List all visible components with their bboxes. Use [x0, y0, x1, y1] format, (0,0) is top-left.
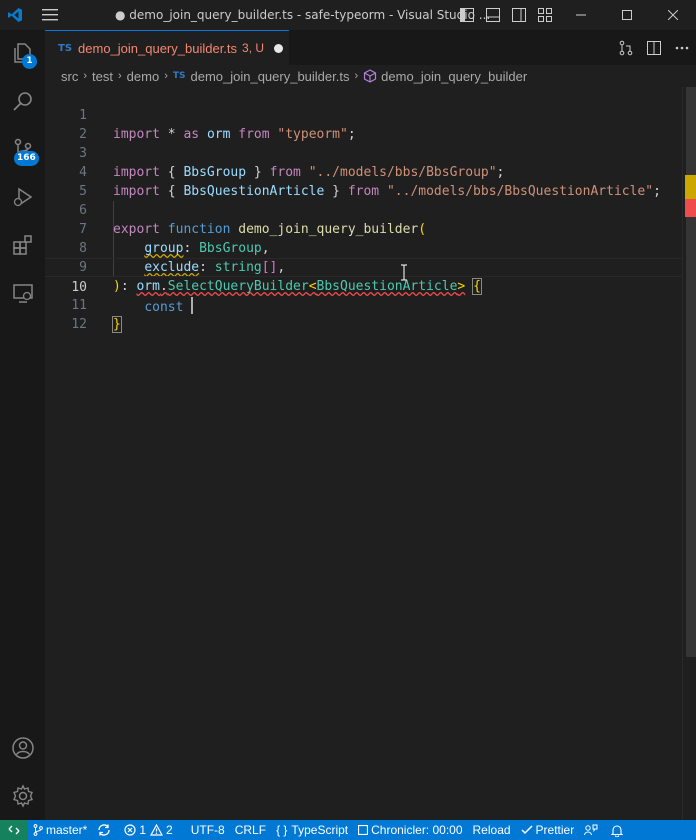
typescript-file-icon: TS — [172, 71, 186, 81]
feedback-icon — [584, 824, 598, 836]
breadcrumb-item-function[interactable]: demo_join_query_builder — [381, 69, 527, 84]
vscode-logo-icon — [0, 0, 30, 30]
chevron-right-icon: › — [164, 70, 168, 82]
sync-button[interactable] — [92, 820, 119, 840]
code-line: 11 } — [45, 277, 685, 333]
code-line: 8 exclude: string[], — [45, 220, 685, 275]
code-line: 1 import * as orm from "typeorm"; — [45, 87, 685, 142]
function-symbol-icon — [363, 69, 377, 83]
breadcrumb-item-src[interactable]: src — [61, 69, 78, 84]
code-line: 7 group: BbsGroup, — [45, 201, 685, 256]
notifications-button[interactable] — [606, 820, 631, 840]
eol-indicator[interactable]: CRLF — [230, 820, 271, 840]
token: } — [112, 316, 122, 333]
run-debug-icon[interactable] — [0, 174, 45, 219]
source-control-badge: 166 — [14, 151, 39, 166]
title-bar: ● demo_join_query_builder.ts - safe-type… — [0, 0, 696, 30]
editor-scrollbar[interactable] — [682, 87, 696, 820]
code-line: 9 ): orm.SelectQueryBuilder<BbsQuestionA… — [45, 239, 685, 295]
split-editor-icon[interactable] — [640, 30, 668, 65]
breadcrumb-item-file[interactable]: demo_join_query_builder.ts — [190, 69, 349, 84]
sync-icon — [98, 824, 110, 836]
scrollbar-thumb[interactable] — [686, 87, 696, 657]
maximize-icon[interactable] — [604, 0, 650, 30]
chronicler-label: Chronicler: 00:00 — [371, 823, 463, 837]
code-line: 5 — [45, 163, 685, 199]
chevron-right-icon: › — [83, 70, 88, 82]
hamburger-menu-icon[interactable] — [30, 0, 70, 30]
reload-button[interactable]: Reload — [468, 820, 516, 840]
language-name: TypeScript — [291, 823, 349, 837]
editor-tabs: TS demo_join_query_builder.ts 3, U — [45, 30, 696, 65]
mouse-ibeam-icon — [400, 264, 408, 285]
stop-icon — [358, 825, 369, 835]
customize-layout-icon[interactable] — [532, 0, 558, 30]
remote-indicator-icon[interactable] — [0, 820, 28, 840]
prettier-label: Prettier — [535, 823, 575, 837]
settings-gear-icon[interactable] — [0, 773, 45, 818]
code-line: 12 — [45, 296, 685, 332]
chronicler-indicator[interactable]: Chronicler: 00:00 — [353, 820, 467, 840]
source-control-icon[interactable]: 166 — [0, 126, 45, 171]
typescript-file-icon: TS — [58, 42, 73, 54]
breadcrumb-item-test[interactable]: test — [92, 69, 113, 84]
remote-explorer-icon[interactable] — [0, 270, 45, 315]
bell-icon — [611, 824, 624, 837]
breadcrumb: src › test › demo › TS demo_join_query_b… — [45, 65, 696, 87]
chevron-right-icon: › — [117, 70, 122, 82]
code-line: 6 export function demo_join_query_builde… — [45, 182, 685, 237]
check-double-icon — [521, 825, 533, 835]
toggle-secondary-sidebar-icon[interactable] — [506, 0, 532, 30]
problems-indicator[interactable]: 1 2 — [119, 820, 177, 840]
breadcrumb-item-demo[interactable]: demo — [127, 69, 160, 84]
extensions-icon[interactable] — [0, 222, 45, 267]
explorer-icon[interactable]: 1 — [0, 30, 45, 75]
accounts-icon[interactable] — [0, 725, 45, 770]
more-actions-icon[interactable] — [668, 30, 696, 65]
code-line-active: 10 const — [45, 258, 685, 315]
prettier-indicator[interactable]: Prettier — [516, 820, 580, 840]
minimize-icon[interactable] — [558, 0, 604, 30]
branch-icon — [33, 824, 43, 836]
code-line: 4 import { BbsQuestionArticle } from "..… — [45, 144, 685, 199]
close-window-icon[interactable] — [650, 0, 696, 30]
line-number: 12 — [71, 317, 87, 332]
error-count: 1 — [139, 823, 147, 837]
window-title: ● demo_join_query_builder.ts - safe-type… — [115, 8, 491, 22]
explorer-badge: 1 — [22, 54, 37, 69]
warning-count: 2 — [166, 823, 173, 837]
status-bar: master* 1 2 UTF-8 CRLF { } TypeScript Ch… — [0, 820, 696, 840]
braces-icon: { } — [276, 823, 288, 837]
tab-filename: demo_join_query_builder.ts — [78, 40, 238, 56]
error-marker — [685, 199, 696, 217]
branch-indicator[interactable]: master* — [28, 820, 92, 840]
feedback-button[interactable] — [579, 820, 606, 840]
code-editor[interactable]: 1 import * as orm from "typeorm"; 2 3 im… — [45, 87, 696, 820]
code-line: 2 — [45, 106, 685, 142]
open-changes-icon[interactable] — [612, 30, 640, 65]
toggle-panel-icon[interactable] — [480, 0, 506, 30]
error-icon — [124, 824, 136, 836]
activity-bar: 1 166 — [0, 30, 45, 820]
code-line: 3 import { BbsGroup } from "../models/bb… — [45, 125, 685, 180]
toggle-primary-sidebar-icon[interactable] — [454, 0, 480, 30]
unsaved-dot-icon[interactable] — [274, 43, 284, 53]
warning-icon — [150, 824, 164, 836]
language-indicator[interactable]: { } TypeScript — [271, 820, 353, 840]
branch-name: master* — [46, 823, 88, 837]
search-icon[interactable] — [0, 78, 45, 123]
encoding-indicator[interactable]: UTF-8 — [186, 820, 230, 840]
chevron-right-icon: › — [354, 70, 359, 82]
tab-problem-status: 3, U — [242, 41, 265, 55]
tab-demo-join-query-builder[interactable]: TS demo_join_query_builder.ts 3, U — [45, 30, 289, 65]
